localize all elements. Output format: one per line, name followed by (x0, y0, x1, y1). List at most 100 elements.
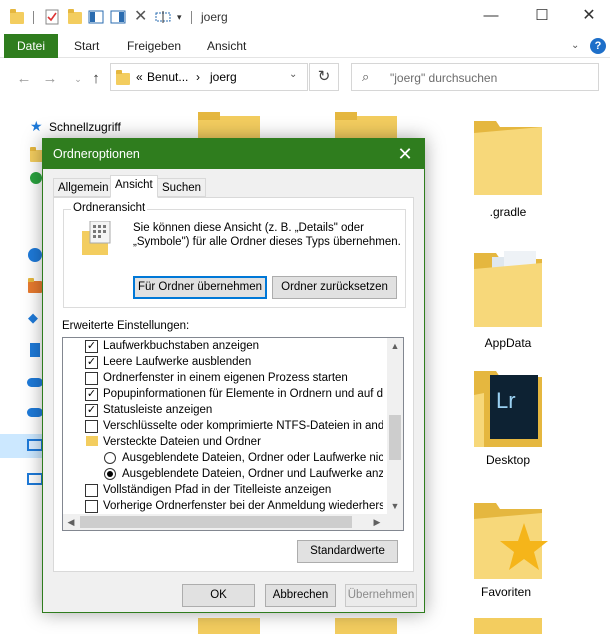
restore-defaults-button[interactable]: Standardwerte (297, 540, 398, 563)
scrollbar-thumb[interactable] (389, 415, 401, 460)
ok-button[interactable]: OK (182, 584, 255, 607)
help-icon[interactable]: ? (590, 38, 606, 54)
checkbox-unchecked[interactable] (85, 372, 98, 385)
rename-icon[interactable] (155, 9, 171, 25)
file-label[interactable]: AppData (463, 336, 553, 350)
dialog-title: Ordneroptionen (53, 147, 140, 161)
checkbox-unchecked[interactable] (85, 420, 98, 433)
file-label[interactable]: Desktop (463, 453, 553, 467)
up-arrow-icon[interactable]: ↑ (88, 71, 104, 87)
tab-ansicht[interactable]: Ansicht (110, 175, 158, 198)
folder-icon[interactable] (335, 614, 397, 634)
search-input[interactable]: ⌕ "joerg" durchsuchen (351, 63, 599, 91)
network-drive-icon[interactable] (27, 473, 43, 485)
onedrive-icon[interactable] (27, 408, 43, 417)
search-icon: ⌕ (362, 69, 370, 84)
back-arrow-icon[interactable]: ← (16, 71, 32, 87)
scrollbar-thumb[interactable] (80, 516, 352, 528)
recent-locations-icon[interactable]: ⌄ (70, 71, 86, 87)
breadcrumb-overflow[interactable]: « (136, 70, 143, 84)
refresh-button[interactable]: ↻ (309, 63, 339, 91)
folder-icon[interactable] (198, 614, 260, 634)
dialog-close-button[interactable]: ✕ (392, 142, 418, 166)
setting-label: Ausgeblendete Dateien, Ordner und Laufwe… (122, 468, 383, 480)
folder-options-dialog: Ordneroptionen ✕ Allgemein Ansicht Suche… (42, 138, 425, 613)
breadcrumb-benutzer[interactable]: Benut... (147, 70, 188, 84)
tab-suchen[interactable]: Suchen (157, 178, 207, 197)
checkbox-unchecked[interactable] (85, 500, 98, 513)
apply-button[interactable]: Übernehmen (345, 584, 417, 607)
checkbox-checked[interactable]: ✓ (85, 340, 98, 353)
close-button[interactable]: ✕ (574, 4, 604, 28)
vertical-scrollbar[interactable]: ▲ ▼ (387, 338, 403, 514)
breadcrumb-joerg[interactable]: joerg (210, 70, 237, 84)
tab-ansicht[interactable]: Ansicht (207, 34, 246, 58)
tab-allgemein[interactable]: Allgemein (53, 178, 114, 197)
setting-label: Vorherige Ordnerfenster bei der Anmeldun… (103, 500, 383, 512)
radio-unselected[interactable] (104, 452, 116, 464)
scroll-right-icon[interactable]: ▶ (369, 514, 385, 530)
setting-label: Vollständigen Pfad in der Titelleiste an… (103, 484, 332, 496)
sync-status-icon (30, 172, 42, 184)
properties-icon[interactable] (45, 9, 59, 25)
setting-label: Ausgeblendete Dateien, Ordner oder Laufw… (122, 452, 383, 464)
setting-row[interactable]: Versteckte Dateien und Ordner (63, 434, 383, 450)
customize-quick-access-icon[interactable]: ▾ (177, 9, 182, 25)
tab-start[interactable]: Start (74, 34, 99, 58)
cancel-button[interactable]: Abbrechen (265, 584, 336, 607)
dropbox-icon[interactable]: ◆ (28, 310, 38, 326)
checkbox-checked[interactable]: ✓ (85, 356, 98, 369)
folder-icon[interactable] (474, 497, 552, 579)
file-label[interactable]: .gradle (463, 205, 553, 219)
delete-icon[interactable]: ✕ (134, 9, 147, 25)
checkbox-checked[interactable]: ✓ (85, 404, 98, 417)
setting-row[interactable]: ✓ Statusleiste anzeigen (63, 402, 383, 418)
reset-folders-button[interactable]: Ordner zurücksetzen (272, 276, 397, 299)
tab-freigeben[interactable]: Freigeben (127, 34, 181, 58)
setting-row[interactable]: ✓ Leere Laufwerke ausblenden (63, 354, 383, 370)
tab-datei[interactable]: Datei (4, 34, 58, 58)
setting-row[interactable]: Ordnerfenster in einem eigenen Prozess s… (63, 370, 383, 386)
folder-view-icon (82, 221, 111, 255)
forward-arrow-icon[interactable]: → (42, 71, 58, 87)
folder-icon[interactable] (474, 614, 542, 634)
folder-icon[interactable] (474, 115, 542, 195)
breadcrumb-separator: › (196, 70, 200, 84)
scroll-left-icon[interactable]: ◀ (63, 514, 79, 530)
folder-icon (86, 436, 98, 446)
setting-row[interactable]: ✓ Laufwerkbuchstaben anzeigen (63, 338, 383, 354)
setting-row[interactable]: Ausgeblendete Dateien, Ordner oder Laufw… (63, 450, 383, 466)
folder-icon[interactable] (198, 110, 260, 140)
checkbox-checked[interactable]: ✓ (85, 388, 98, 401)
scroll-up-icon[interactable]: ▲ (387, 338, 403, 354)
horizontal-scrollbar[interactable]: ◀ ▶ (63, 514, 403, 530)
onedrive-icon[interactable] (27, 378, 43, 387)
setting-row[interactable]: Vorherige Ordnerfenster bei der Anmeldun… (63, 498, 383, 514)
folder-icon[interactable] (474, 247, 542, 327)
apply-to-folders-button[interactable]: Für Ordner übernehmen (133, 276, 267, 299)
radio-selected[interactable] (104, 468, 116, 480)
details-pane-icon[interactable] (110, 9, 126, 25)
setting-row[interactable]: Verschlüsselte oder komprimierte NTFS-Da… (63, 418, 383, 434)
file-label[interactable]: Favoriten (461, 585, 551, 599)
setting-row[interactable]: Vollständigen Pfad in der Titelleiste an… (63, 482, 383, 498)
minimize-button[interactable]: — (476, 4, 506, 28)
network-icon[interactable] (28, 248, 42, 262)
setting-label: Leere Laufwerke ausblenden (103, 356, 252, 368)
chevron-down-icon[interactable]: ⌄ (289, 69, 297, 80)
folder-icon[interactable] (335, 110, 397, 140)
setting-row[interactable]: ✓ Popupinformationen für Elemente in Ordn… (63, 386, 383, 402)
setting-row[interactable]: Ausgeblendete Dateien, Ordner und Laufwe… (63, 466, 383, 482)
chevron-down-icon[interactable]: ⌄ (571, 34, 579, 58)
address-bar[interactable]: « Benut... › joerg ⌄ (110, 63, 308, 91)
nav-item-schnellzugriff[interactable]: Schnellzugriff (49, 120, 121, 134)
maximize-button[interactable]: ☐ (527, 4, 557, 28)
advanced-settings-list[interactable]: ✓ Laufwerkbuchstaben anzeigen ✓ Leere Laufw… (62, 337, 404, 531)
group-label: Ordneransicht (71, 202, 148, 214)
star-icon: ★ (30, 118, 43, 134)
folder-icon (116, 70, 130, 85)
scroll-down-icon[interactable]: ▼ (387, 498, 403, 514)
checkbox-unchecked[interactable] (85, 484, 98, 497)
preview-pane-icon[interactable] (88, 9, 104, 25)
building-icon[interactable] (30, 343, 40, 357)
